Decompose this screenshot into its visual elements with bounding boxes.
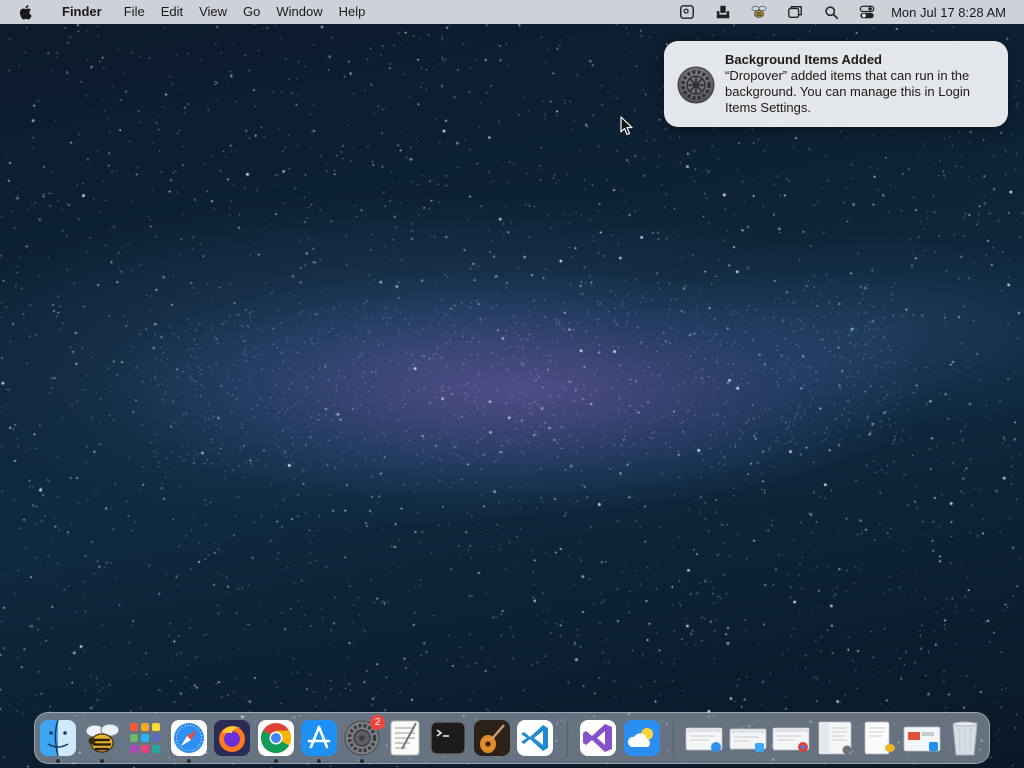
chrome-running-dot <box>274 759 278 763</box>
terminal-icon <box>430 721 466 755</box>
notification-badge: 2 <box>370 715 385 730</box>
dock-bee[interactable] <box>83 719 121 757</box>
dock-separator <box>567 721 568 757</box>
dock-minimized-appstore-window[interactable] <box>903 719 941 757</box>
trash-icon <box>952 721 978 756</box>
safari-compass-icon <box>171 720 207 756</box>
control-center-icon[interactable] <box>857 3 877 21</box>
screenshot-icon[interactable] <box>677 3 697 21</box>
search-icon[interactable] <box>821 3 841 21</box>
dock-safari[interactable] <box>170 719 208 757</box>
bee-icon <box>85 723 120 753</box>
dock-finder[interactable] <box>39 719 77 757</box>
dock-visual-studio[interactable] <box>579 719 617 757</box>
finder-running-dot <box>56 759 60 763</box>
system-settings-gear-icon <box>676 65 716 105</box>
app-store-running-dot <box>317 759 321 763</box>
window-thumbnail-icon <box>864 721 895 755</box>
dock-separator <box>673 721 674 757</box>
dropzone-icon[interactable] <box>713 3 733 21</box>
firefox-icon <box>214 720 250 756</box>
window-thumbnail-icon <box>818 721 852 755</box>
dock-app-store[interactable] <box>300 719 338 757</box>
window-thumbnail-icon <box>772 727 810 752</box>
visual-studio-icon <box>580 720 616 756</box>
guitar-icon <box>474 720 510 756</box>
dock-launchpad[interactable] <box>126 719 164 757</box>
vscode-icon <box>517 720 553 756</box>
notification-body: “Dropover” added items that can run in t… <box>725 68 971 115</box>
notification-title: Background Items Added <box>725 52 882 67</box>
dock-minimized-settings-window[interactable] <box>816 719 854 757</box>
dock: 2 <box>34 712 990 764</box>
dock-minimized-chrome-window[interactable] <box>772 719 810 757</box>
dock-minimized-finder-window[interactable] <box>729 719 767 757</box>
weather-cloud-icon <box>624 720 660 756</box>
menu-help[interactable]: Help <box>331 0 374 24</box>
dock-trash[interactable] <box>946 719 984 757</box>
dock-textedit[interactable] <box>386 719 424 757</box>
menu-bar: Finder File Edit View Go Window Help Mon… <box>0 0 1024 24</box>
dock-firefox[interactable] <box>213 719 251 757</box>
dock-garageband[interactable] <box>473 719 511 757</box>
menu-clock[interactable]: Mon Jul 17 8:28 AM <box>891 5 1006 20</box>
dock-weather[interactable] <box>623 719 661 757</box>
dock-vscode[interactable] <box>516 719 554 757</box>
menu-app-name[interactable]: Finder <box>54 0 110 24</box>
app-store-icon <box>301 720 337 756</box>
status-area: Mon Jul 17 8:28 AM <box>669 0 1006 24</box>
window-thumbnail-icon <box>685 727 723 752</box>
window-stack-icon[interactable] <box>785 3 805 21</box>
launchpad-grid-icon <box>130 723 160 753</box>
menu-file[interactable]: File <box>116 0 153 24</box>
textedit-icon <box>390 720 420 756</box>
menu-edit[interactable]: Edit <box>153 0 191 24</box>
settings-running-dot <box>360 759 364 763</box>
background-items-notification[interactable]: Background Items Added “Dropover” added … <box>664 41 1008 127</box>
chrome-icon <box>258 720 294 756</box>
safari-running-dot <box>187 759 191 763</box>
bee-icon[interactable] <box>749 3 769 21</box>
menu-view[interactable]: View <box>191 0 235 24</box>
dock-chrome[interactable] <box>257 719 295 757</box>
menu-window[interactable]: Window <box>268 0 330 24</box>
window-thumbnail-icon <box>903 726 941 752</box>
bee-running-dot <box>100 759 104 763</box>
dock-terminal[interactable] <box>429 719 467 757</box>
dock-minimized-bee-window[interactable] <box>860 719 898 757</box>
dock-minimized-safari-window[interactable] <box>685 719 723 757</box>
dock-system-settings[interactable]: 2 <box>343 715 385 757</box>
window-thumbnail-icon <box>729 728 767 752</box>
apple-menu-icon[interactable] <box>18 4 40 20</box>
menu-go[interactable]: Go <box>235 0 268 24</box>
finder-icon <box>40 719 76 757</box>
mouse-cursor-icon <box>620 116 633 136</box>
